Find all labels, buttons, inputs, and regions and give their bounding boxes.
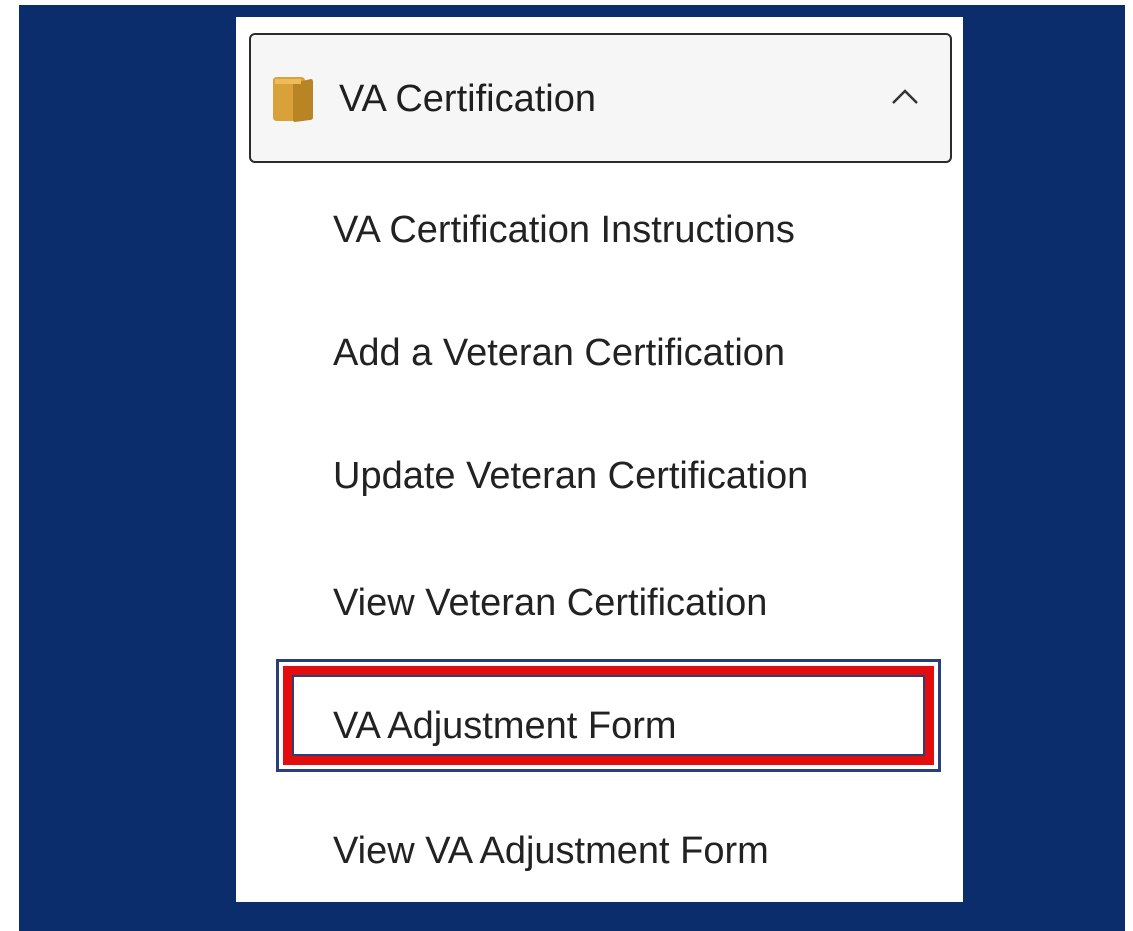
menu-item-update-veteran-certification[interactable]: Update Veteran Certification [333,454,808,498]
folder-title: VA Certification [339,78,596,120]
menu-item-va-adjustment-form[interactable]: VA Adjustment Form [333,704,677,748]
va-certification-folder-header[interactable]: VA Certification [249,33,952,163]
folder-icon [271,75,315,123]
menu-item-view-veteran-certification[interactable]: View Veteran Certification [333,581,767,625]
menu-item-view-va-adjustment-form[interactable]: View VA Adjustment Form [333,829,769,873]
menu-item-add-veteran-certification[interactable]: Add a Veteran Certification [333,331,785,375]
menu-item-va-certification-instructions[interactable]: VA Certification Instructions [333,208,795,252]
chevron-up-icon[interactable] [890,85,920,107]
